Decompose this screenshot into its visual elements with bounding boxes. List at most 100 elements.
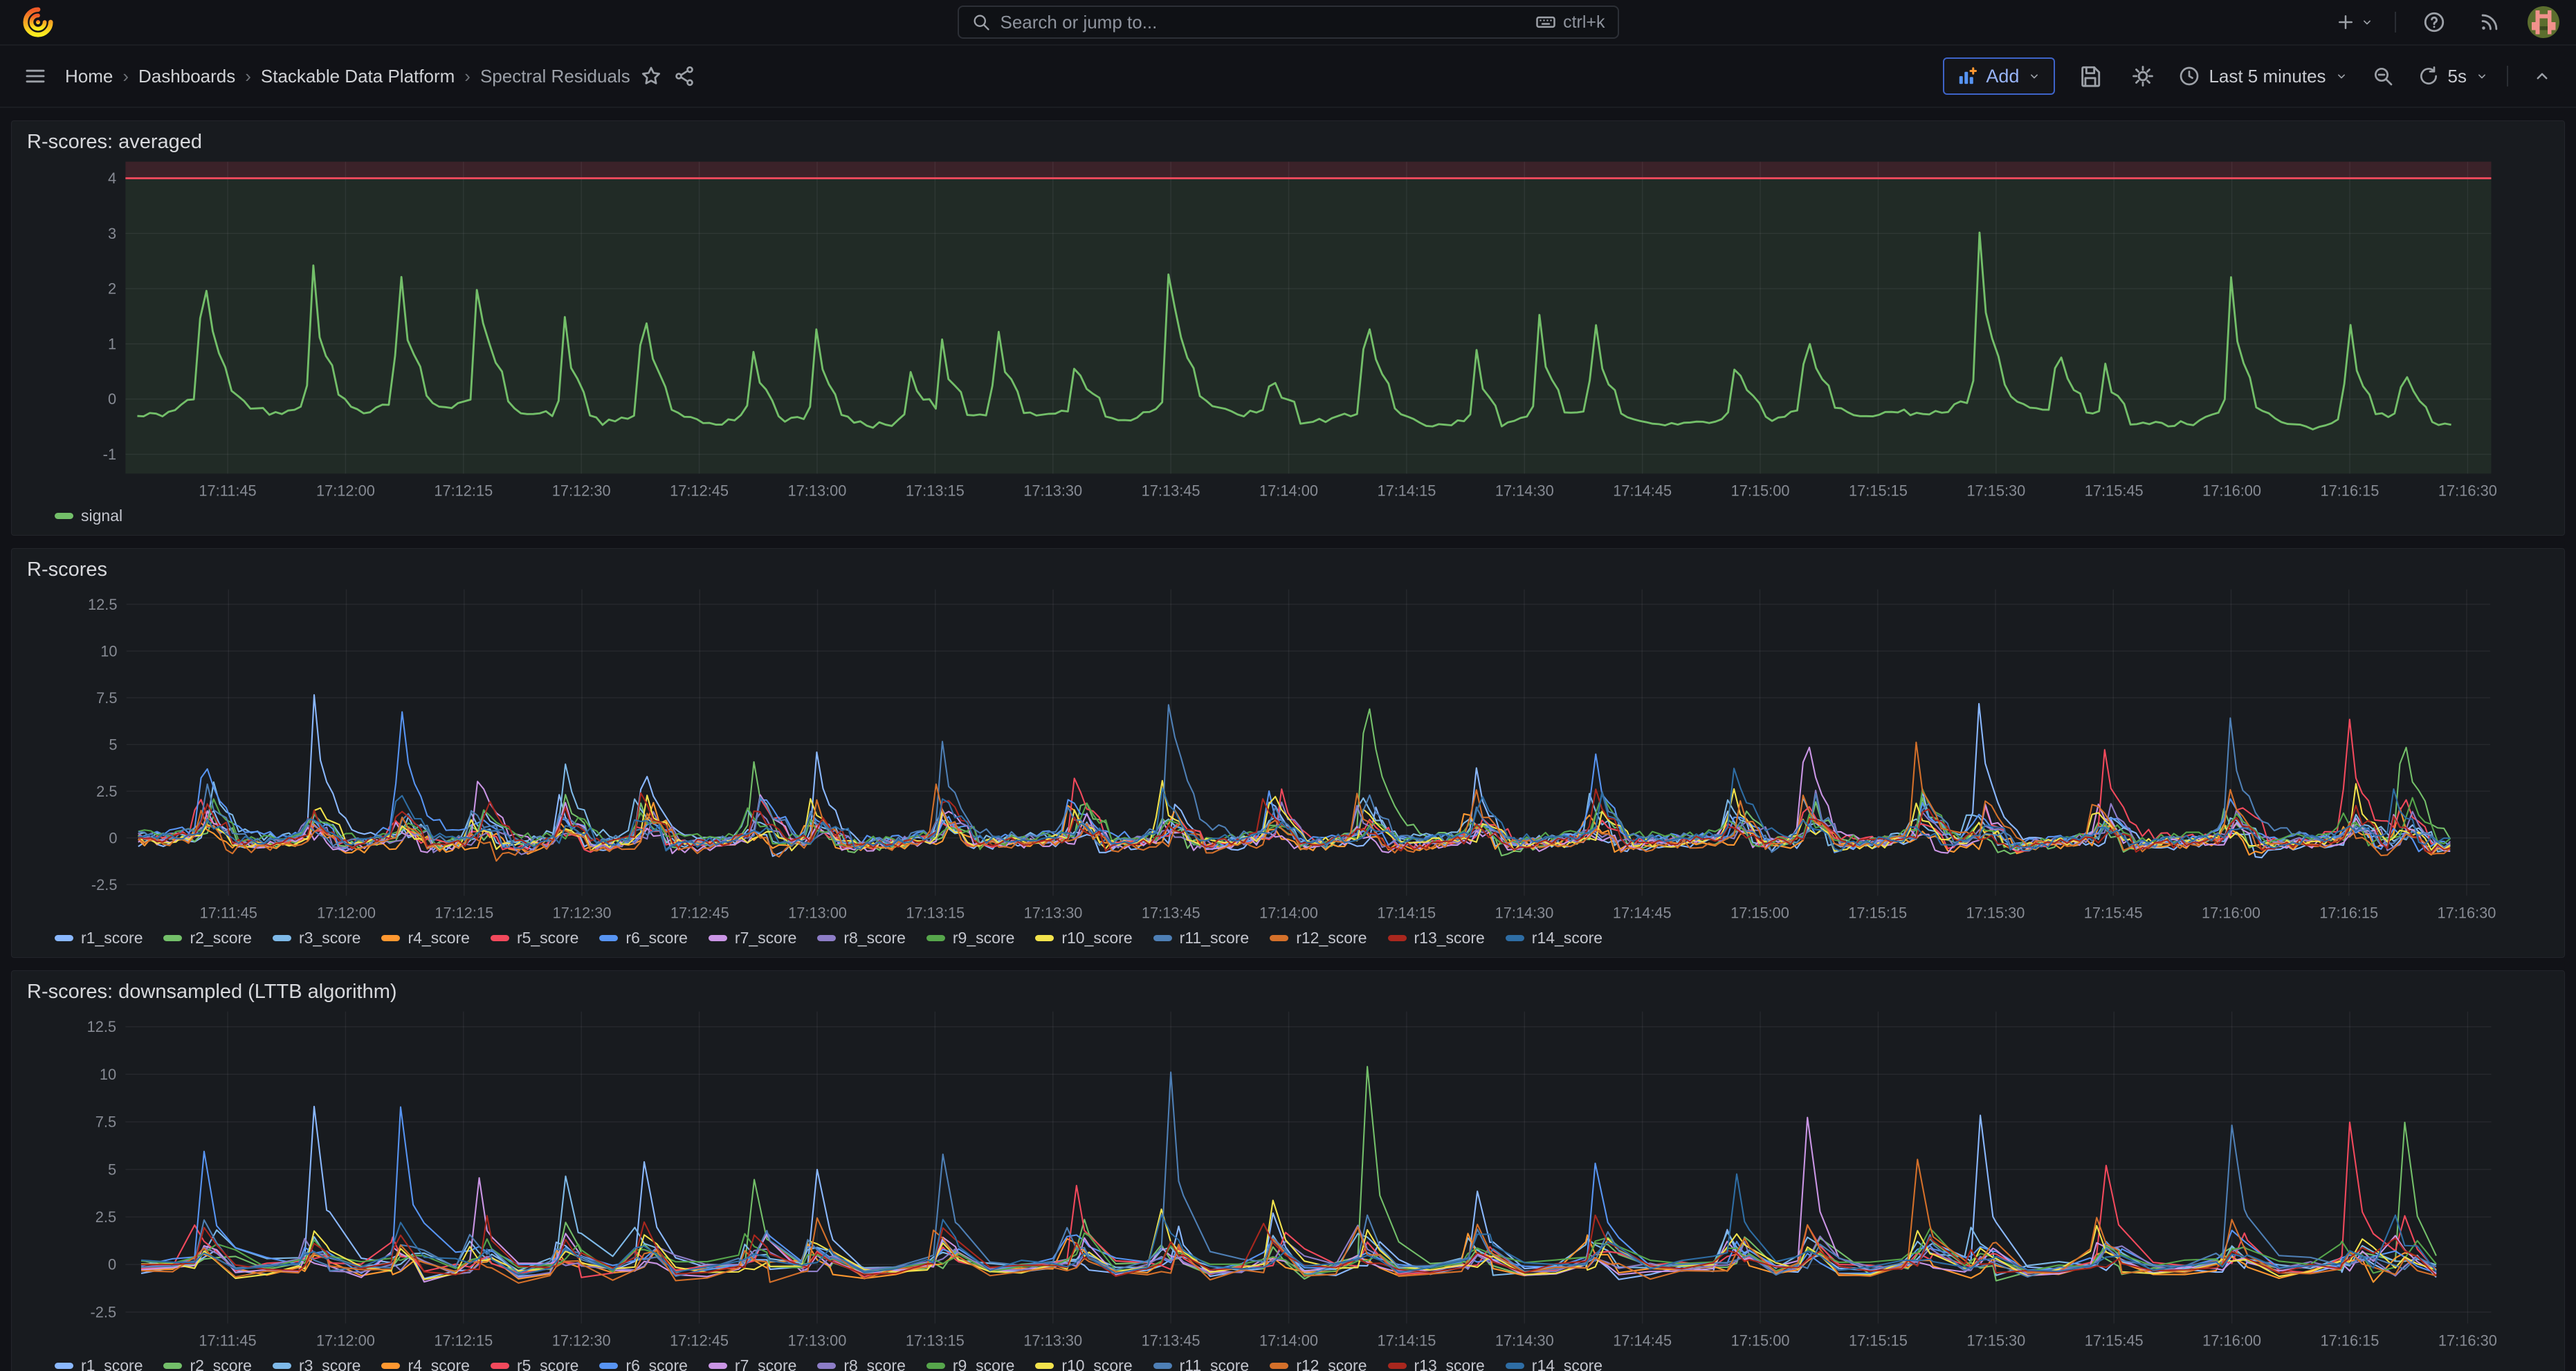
legend-item[interactable]: r14_score (1506, 929, 1602, 947)
legend-item[interactable]: r8_score (817, 929, 905, 947)
legend-item[interactable]: r3_score (273, 1356, 360, 1371)
breadcrumb-separator: › (245, 66, 251, 87)
svg-text:5: 5 (108, 1161, 116, 1178)
legend-item[interactable]: r12_score (1270, 929, 1367, 947)
time-range-picker[interactable]: Last 5 minutes (2178, 65, 2348, 87)
panel-title[interactable]: R-scores (27, 559, 107, 581)
svg-text:17:14:45: 17:14:45 (1613, 905, 1672, 922)
svg-text:10: 10 (100, 642, 117, 660)
save-dashboard-button[interactable] (2073, 59, 2108, 93)
svg-text:17:11:45: 17:11:45 (200, 905, 257, 922)
svg-text:17:16:15: 17:16:15 (2321, 482, 2379, 500)
zoom-out-icon (2372, 65, 2394, 87)
legend-label: r9_score (953, 1356, 1014, 1371)
legend-item[interactable]: r12_score (1270, 1356, 1367, 1371)
new-button[interactable] (2335, 12, 2374, 33)
svg-text:17:13:45: 17:13:45 (1142, 482, 1200, 500)
help-icon (2422, 10, 2446, 34)
legend-item[interactable]: r11_score (1153, 929, 1250, 947)
legend-swatch (273, 935, 291, 941)
svg-text:17:12:00: 17:12:00 (317, 905, 376, 922)
favorite-button[interactable] (634, 60, 668, 93)
svg-text:17:15:45: 17:15:45 (2084, 905, 2143, 922)
svg-text:17:13:00: 17:13:00 (788, 905, 847, 922)
zoom-out-button[interactable] (2366, 60, 2400, 93)
legend-item[interactable]: r5_score (491, 929, 578, 947)
legend-swatch (599, 935, 618, 941)
legend-item[interactable]: r10_score (1035, 1356, 1132, 1371)
panel-add-icon (1957, 66, 1977, 87)
legend-swatch (381, 1363, 400, 1369)
legend-item[interactable]: r13_score (1388, 929, 1485, 947)
svg-text:7.5: 7.5 (96, 689, 117, 707)
timeseries-chart[interactable]: 43210-117:11:4517:12:0017:12:1517:12:301… (12, 156, 2564, 504)
legend-item[interactable]: r14_score (1506, 1356, 1602, 1371)
legend-label: r6_score (625, 1356, 687, 1371)
svg-text:17:14:15: 17:14:15 (1377, 905, 1436, 922)
legend-item[interactable]: r11_score (1153, 1356, 1250, 1371)
breadcrumb-item[interactable]: Stackable Data Platform (261, 66, 455, 87)
collapse-toolbar-button[interactable] (2526, 60, 2558, 92)
legend-item[interactable]: r4_score (381, 1356, 469, 1371)
svg-text:17:12:30: 17:12:30 (552, 1332, 611, 1350)
legend-item[interactable]: r9_score (926, 929, 1014, 947)
svg-text:17:15:30: 17:15:30 (1966, 482, 2025, 500)
legend-swatch (1270, 1363, 1288, 1369)
refresh-picker[interactable]: 5s (2418, 65, 2489, 87)
chart-legend: signal (12, 504, 2564, 535)
breadcrumb-item[interactable]: Spectral Residuals (480, 66, 630, 87)
legend-item[interactable]: r13_score (1388, 1356, 1485, 1371)
legend-item[interactable]: r2_score (163, 1356, 251, 1371)
svg-text:17:13:00: 17:13:00 (788, 482, 847, 500)
legend-item[interactable]: r1_score (55, 1356, 143, 1371)
legend-item[interactable]: r2_score (163, 929, 251, 947)
svg-text:17:16:30: 17:16:30 (2438, 905, 2496, 922)
svg-text:17:12:15: 17:12:15 (435, 905, 493, 922)
legend-item[interactable]: r7_score (709, 1356, 796, 1371)
refresh-icon (2418, 65, 2440, 87)
gear-icon (2131, 64, 2155, 88)
legend-item[interactable]: r6_score (599, 1356, 687, 1371)
legend-item[interactable]: r1_score (55, 929, 143, 947)
legend-item[interactable]: r7_score (709, 929, 796, 947)
legend-item[interactable]: r3_score (273, 929, 360, 947)
svg-text:17:14:45: 17:14:45 (1613, 482, 1672, 500)
panel-title[interactable]: R-scores: downsampled (LTTB algorithm) (27, 981, 397, 1004)
breadcrumb-separator: › (464, 66, 471, 87)
news-button[interactable] (2472, 5, 2507, 39)
timeseries-chart[interactable]: 12.5107.552.50-2.517:11:4517:12:0017:12:… (12, 584, 2564, 926)
mega-menu-button[interactable] (18, 59, 53, 93)
svg-text:1: 1 (108, 335, 116, 352)
svg-text:17:16:00: 17:16:00 (2202, 905, 2260, 922)
panel-header: R-scores (12, 549, 2564, 584)
search-box[interactable]: ctrl+k (958, 6, 1619, 39)
add-panel-button[interactable]: Add (1943, 57, 2055, 95)
breadcrumb-item[interactable]: Home (65, 66, 113, 87)
svg-text:10: 10 (100, 1066, 116, 1083)
timeseries-chart[interactable]: 12.5107.552.50-2.517:11:4517:12:0017:12:… (12, 1006, 2564, 1354)
legend-item[interactable]: r10_score (1035, 929, 1132, 947)
legend-item[interactable]: r8_score (817, 1356, 905, 1371)
legend-item[interactable]: r9_score (926, 1356, 1014, 1371)
dashboard-settings-button[interactable] (2126, 59, 2160, 93)
legend-item[interactable]: signal (55, 507, 122, 525)
legend-item[interactable]: r6_score (599, 929, 687, 947)
share-button[interactable] (668, 60, 701, 93)
svg-text:17:14:00: 17:14:00 (1259, 482, 1318, 500)
legend-label: r2_score (190, 929, 251, 947)
svg-text:17:12:45: 17:12:45 (670, 482, 729, 500)
panel-title[interactable]: R-scores: averaged (27, 131, 202, 154)
legend-item[interactable]: r4_score (381, 929, 469, 947)
legend-label: r12_score (1296, 1356, 1367, 1371)
svg-text:-1: -1 (103, 446, 116, 463)
legend-label: r10_score (1061, 1356, 1132, 1371)
svg-text:0: 0 (109, 829, 117, 846)
legend-item[interactable]: r5_score (491, 1356, 578, 1371)
help-button[interactable] (2417, 5, 2451, 39)
grafana-logo[interactable] (22, 6, 54, 38)
breadcrumb-item[interactable]: Dashboards (138, 66, 235, 87)
search-input[interactable] (1001, 12, 1526, 33)
svg-text:2.5: 2.5 (96, 783, 117, 800)
avatar[interactable] (2528, 6, 2559, 38)
legend-swatch (55, 935, 73, 941)
